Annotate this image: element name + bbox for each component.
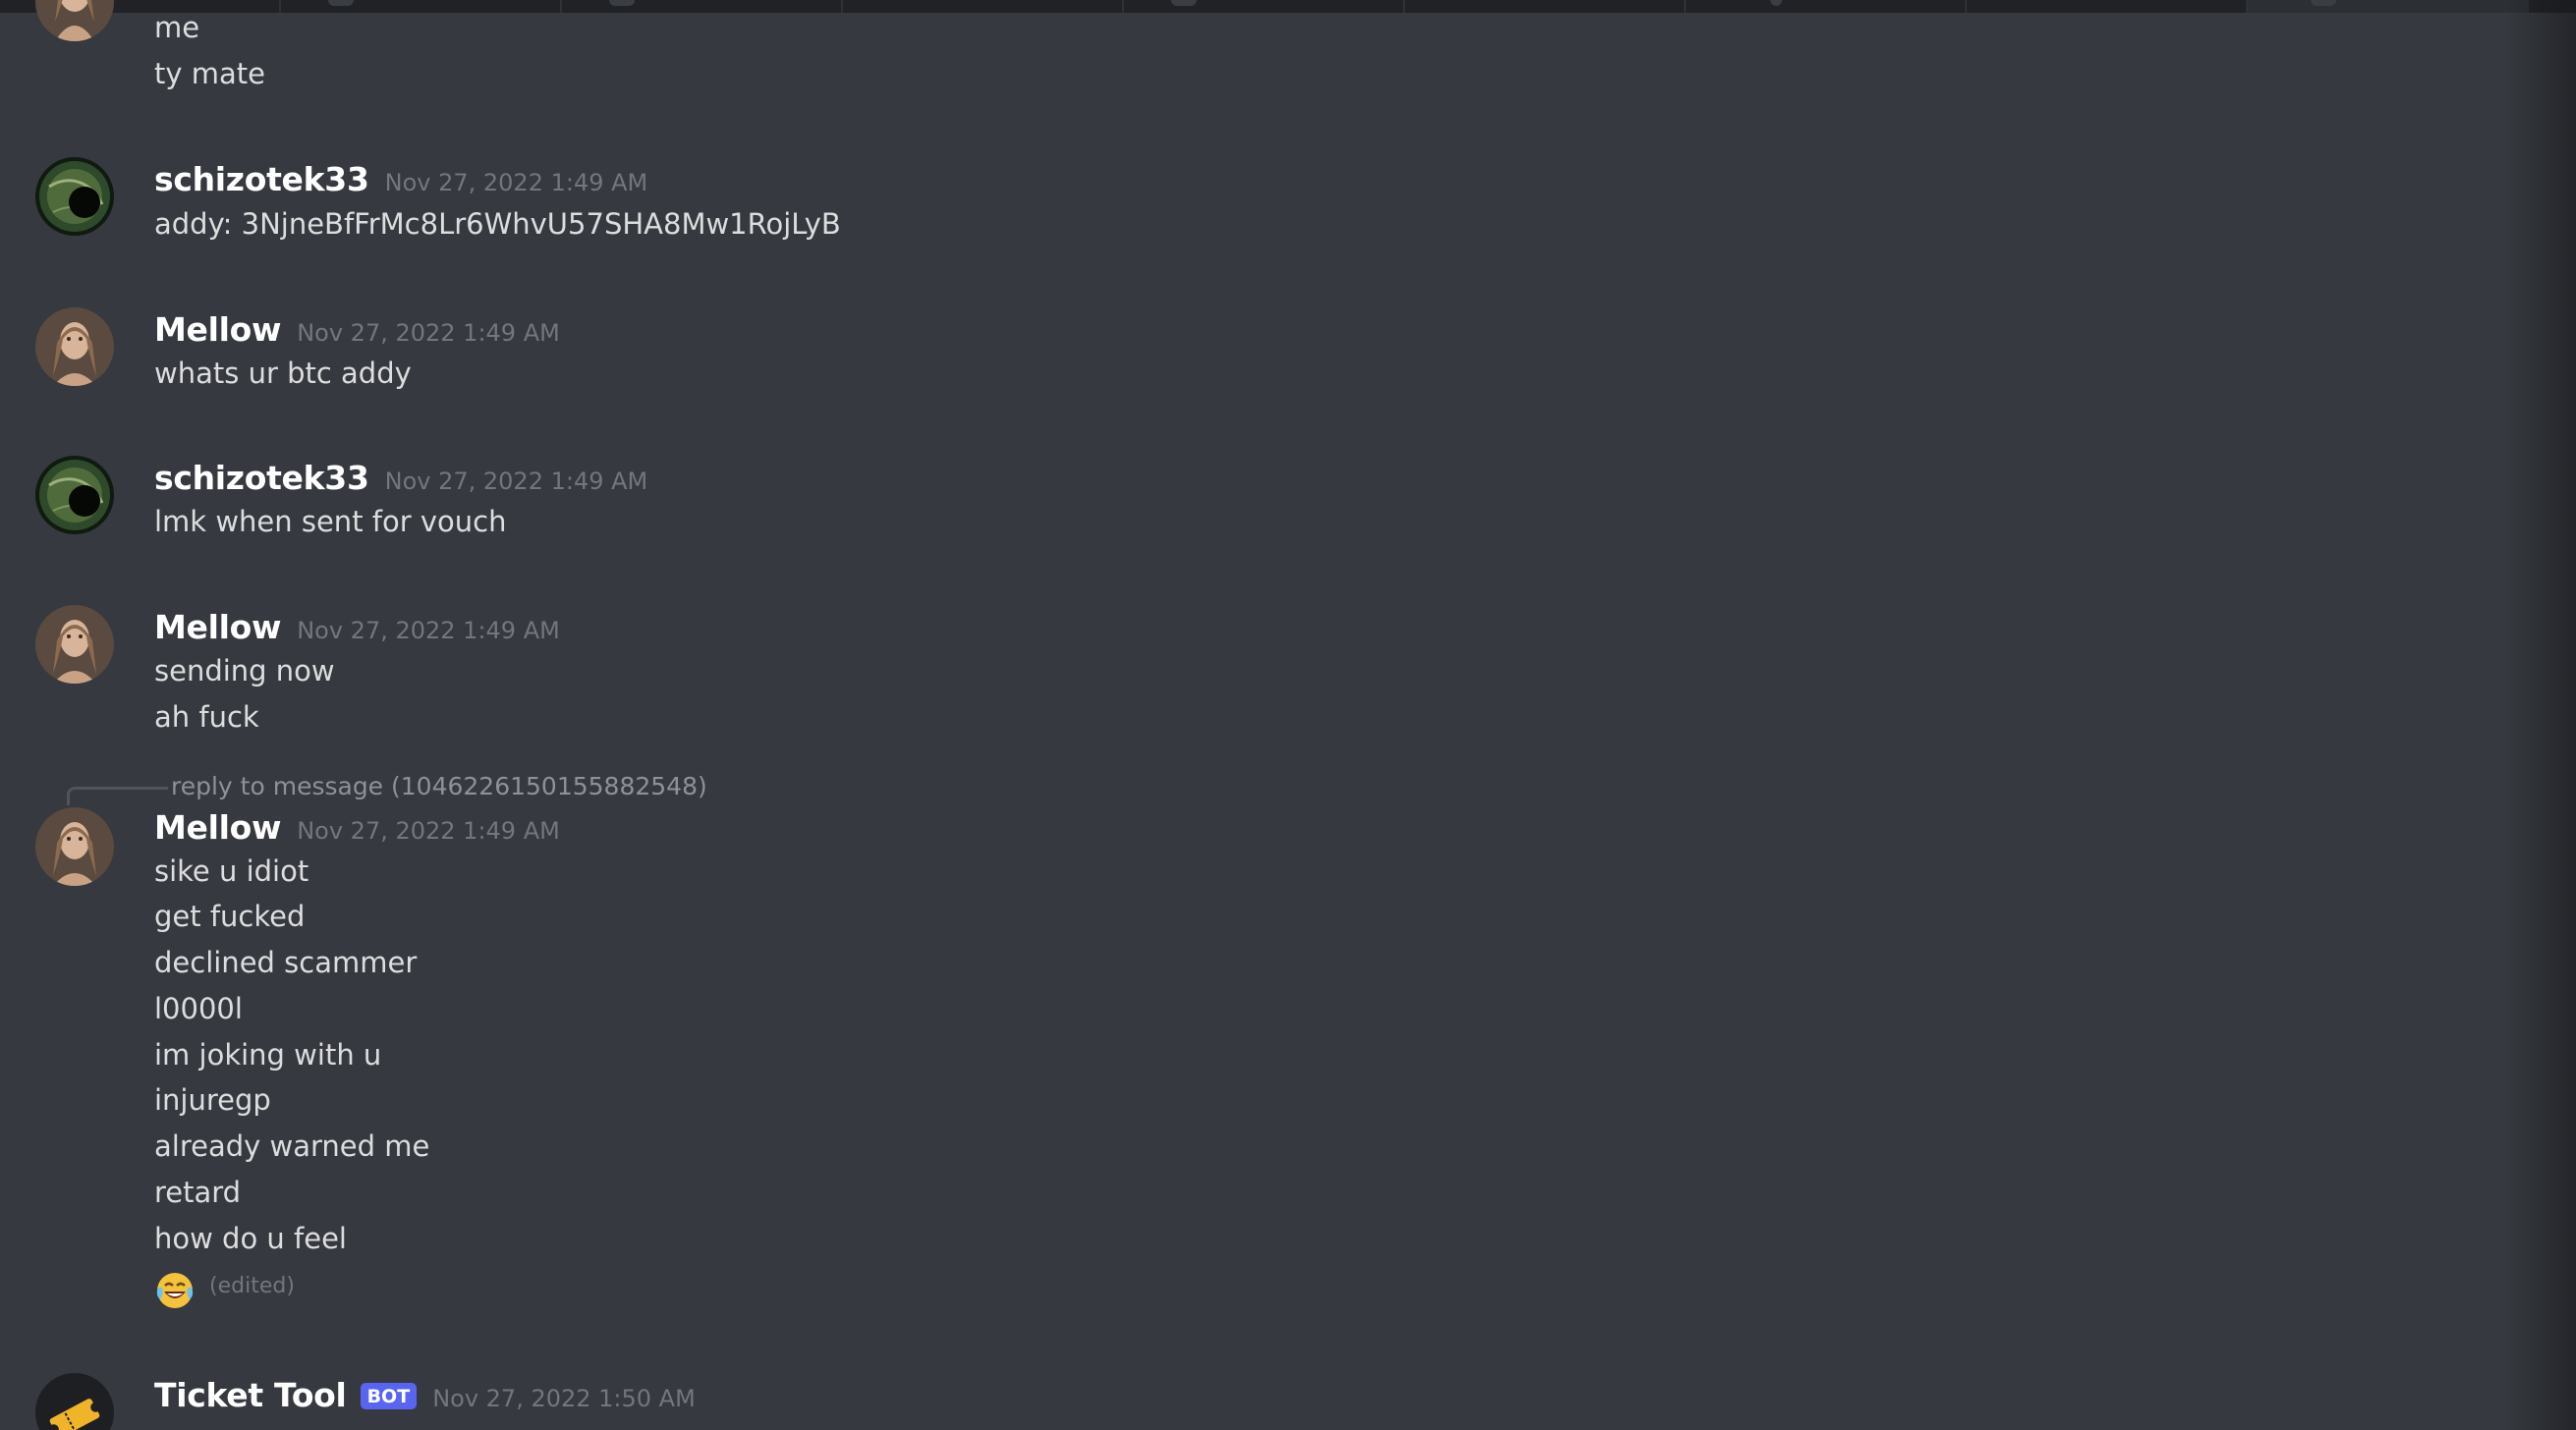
scroll-edge-shade (2507, 0, 2576, 1430)
message-line: sike u idiot (154, 854, 309, 888)
avatar[interactable] (35, 605, 114, 684)
username[interactable]: schizotek33 (154, 160, 369, 198)
message-line-emoji: (edited) (154, 1269, 295, 1312)
message-line: lmk when sent for vouch (154, 505, 507, 538)
message-line: injuregp (154, 1083, 271, 1117)
username[interactable]: Mellow (154, 608, 282, 646)
message-line: whats ur btc addy (154, 357, 412, 390)
bot-badge: BOT (360, 1383, 418, 1409)
portrait-avatar-icon (35, 307, 114, 386)
avatar[interactable] (35, 307, 114, 386)
tab-icon (1770, 0, 1782, 6)
timestamp: Nov 27, 2022 1:50 AM (432, 1385, 696, 1412)
tab[interactable] (1967, 0, 2248, 13)
avatar[interactable] (35, 1373, 114, 1430)
tab-strip (0, 0, 2576, 13)
portrait-avatar-icon (35, 0, 114, 41)
tab-active[interactable] (2248, 0, 2529, 13)
message-line: sending now (154, 654, 335, 688)
message-line: im joking with u (154, 1038, 382, 1072)
message-line: declined scammer (154, 946, 418, 979)
message-header: Mellow Nov 27, 2022 1:49 AM (154, 310, 560, 349)
tab[interactable] (562, 0, 843, 13)
timestamp: Nov 27, 2022 1:49 AM (297, 817, 560, 845)
tab[interactable] (1686, 0, 1967, 13)
dark-green-orb-avatar-icon (35, 157, 114, 236)
avatar[interactable] (35, 456, 114, 534)
tab-icon (609, 0, 635, 6)
tab-icon (1171, 0, 1197, 6)
username[interactable]: schizotek33 (154, 459, 369, 497)
dark-green-orb-avatar-icon (35, 456, 114, 534)
timestamp: Nov 27, 2022 1:49 AM (297, 319, 560, 347)
message-header: Ticket Tool BOT Nov 27, 2022 1:50 AM (154, 1376, 696, 1414)
username[interactable]: Mellow (154, 808, 282, 847)
reply-reference[interactable]: reply to message (1046226150155882548) (171, 772, 707, 800)
tab[interactable] (1405, 0, 1686, 13)
tab-icon (328, 0, 354, 6)
portrait-avatar-icon (35, 807, 114, 886)
message-line: get fucked (154, 900, 306, 933)
message-line: ah fuck (154, 700, 259, 734)
timestamp: Nov 27, 2022 1:49 AM (384, 468, 648, 495)
message-header: Mellow Nov 27, 2022 1:49 AM (154, 608, 560, 646)
message-line: ty mate (154, 57, 265, 90)
tab-icon (2311, 0, 2336, 6)
message-line: retard (154, 1176, 242, 1209)
tab[interactable] (843, 0, 1124, 13)
avatar[interactable] (35, 157, 114, 236)
message-line: already warned me (154, 1129, 430, 1163)
message-header: schizotek33 Nov 27, 2022 1:49 AM (154, 459, 647, 497)
tab[interactable] (1124, 0, 1405, 13)
portrait-avatar-icon (35, 605, 114, 684)
ticket-avatar-icon (35, 1373, 114, 1430)
message-line: how do u feel (154, 1222, 347, 1255)
avatar[interactable] (35, 0, 114, 41)
message-line: me (154, 11, 200, 44)
reply-connector (67, 787, 168, 805)
message-header: schizotek33 Nov 27, 2022 1:49 AM (154, 160, 647, 198)
message-line: l0000l (154, 992, 243, 1025)
face-with-tears-of-joy-icon (156, 1273, 194, 1308)
tab[interactable] (281, 0, 562, 13)
avatar[interactable] (35, 807, 114, 886)
timestamp: Nov 27, 2022 1:49 AM (297, 617, 560, 644)
username[interactable]: Mellow (154, 310, 282, 349)
edited-label: (edited) (209, 1274, 295, 1298)
message-header: Mellow Nov 27, 2022 1:49 AM (154, 808, 560, 847)
timestamp: Nov 27, 2022 1:49 AM (384, 169, 648, 196)
username[interactable]: Ticket Tool (154, 1376, 347, 1414)
message-line: addy: 3NjneBfFrMc8Lr6WhvU57SHA8Mw1RojLyB (154, 207, 841, 241)
chat-window: me ty mate schizotek33 Nov 27, 2022 1:49… (0, 0, 2576, 1430)
